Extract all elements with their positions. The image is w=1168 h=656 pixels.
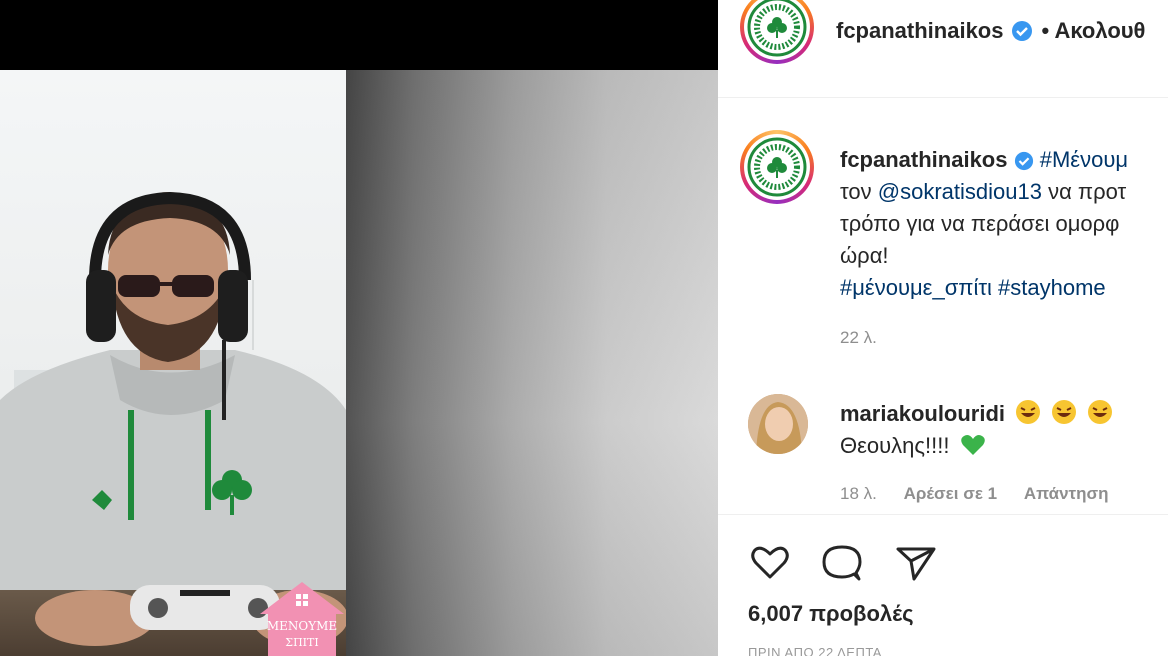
club-crest-icon bbox=[747, 0, 807, 57]
club-crest-icon bbox=[747, 137, 807, 197]
sticker-text-2: ΣΠΙΤΙ bbox=[285, 636, 318, 649]
comment-body: Θεουλης!!!! bbox=[840, 433, 950, 458]
caption-line2-prefix: τον bbox=[840, 179, 872, 204]
follow-button[interactable]: • Ακολουθ bbox=[1041, 18, 1145, 44]
laughing-emoji-icon bbox=[1052, 400, 1077, 424]
stay-home-sticker: ΜΕΝΟΥΜΕ ΣΠΙΤΙ bbox=[260, 582, 344, 656]
caption-avatar[interactable] bbox=[740, 130, 814, 204]
caption-line3: τρόπο για να περάσει ομορφ bbox=[840, 211, 1120, 236]
caption-line2-suffix: να προτ bbox=[1048, 179, 1127, 204]
comment-meta: 18 λ. Αρέσει σε 1 Απάντηση bbox=[840, 484, 1131, 504]
green-heart-icon bbox=[960, 435, 985, 455]
reply-button[interactable]: Απάντηση bbox=[1024, 484, 1109, 503]
hashtags-link[interactable]: #μένουμε_σπίτι #stayhome bbox=[840, 272, 1168, 304]
post-date: ΠΡΙΝ ΑΠΟ 22 ΛΕΠΤΑ bbox=[748, 645, 882, 656]
caption-line4: ώρα! bbox=[840, 243, 889, 268]
header-username[interactable]: fcpanathinaikos bbox=[836, 18, 1003, 44]
sticker-text-1: ΜΕΝΟΥΜΕ bbox=[267, 619, 337, 633]
comment-likes[interactable]: Αρέσει σε 1 bbox=[904, 484, 997, 503]
verified-badge-icon bbox=[1012, 21, 1033, 41]
post-header: fcpanathinaikos • Ακολουθ bbox=[718, 0, 1168, 98]
view-count[interactable]: 6,007 προβολές bbox=[748, 601, 914, 627]
video-frame[interactable]: ΜΕΝΟΥΜΕ ΣΠΙΤΙ bbox=[0, 70, 346, 656]
share-icon[interactable] bbox=[894, 541, 938, 585]
gamer-person-image bbox=[0, 191, 346, 646]
caption-timestamp[interactable]: 22 λ. bbox=[840, 328, 877, 348]
hashtag-link[interactable]: #Μένουμ bbox=[1040, 147, 1128, 172]
laughing-emoji-icon bbox=[1016, 400, 1041, 424]
profile-avatar[interactable] bbox=[740, 0, 814, 64]
comment-icon[interactable] bbox=[820, 541, 864, 585]
caption-text: fcpanathinaikos #Μένουμ τον @sokratisdio… bbox=[840, 144, 1168, 304]
mention-link[interactable]: @sokratisdiou13 bbox=[878, 179, 1042, 204]
post-side-panel: fcpanathinaikos • Ακολουθ fcpanathinaiko… bbox=[718, 0, 1168, 656]
laughing-emoji-icon bbox=[1088, 400, 1113, 424]
post-actions: 6,007 προβολές ΠΡΙΝ ΑΠΟ 22 ΛΕΠΤΑ bbox=[718, 514, 1168, 656]
caption-username[interactable]: fcpanathinaikos bbox=[840, 147, 1007, 172]
verified-badge-icon bbox=[1014, 151, 1033, 171]
post-media[interactable]: ΜΕΝΟΥΜΕ ΣΠΙΤΙ bbox=[0, 0, 718, 656]
heart-icon[interactable] bbox=[748, 541, 792, 585]
commenter-avatar[interactable] bbox=[748, 394, 808, 454]
video-background bbox=[346, 70, 718, 656]
commenter-username[interactable]: mariakoulouridi bbox=[840, 401, 1005, 426]
comment-timestamp[interactable]: 18 λ. bbox=[840, 484, 877, 503]
comment-text: mariakoulouridi Θεουλης!!!! bbox=[840, 398, 1113, 462]
